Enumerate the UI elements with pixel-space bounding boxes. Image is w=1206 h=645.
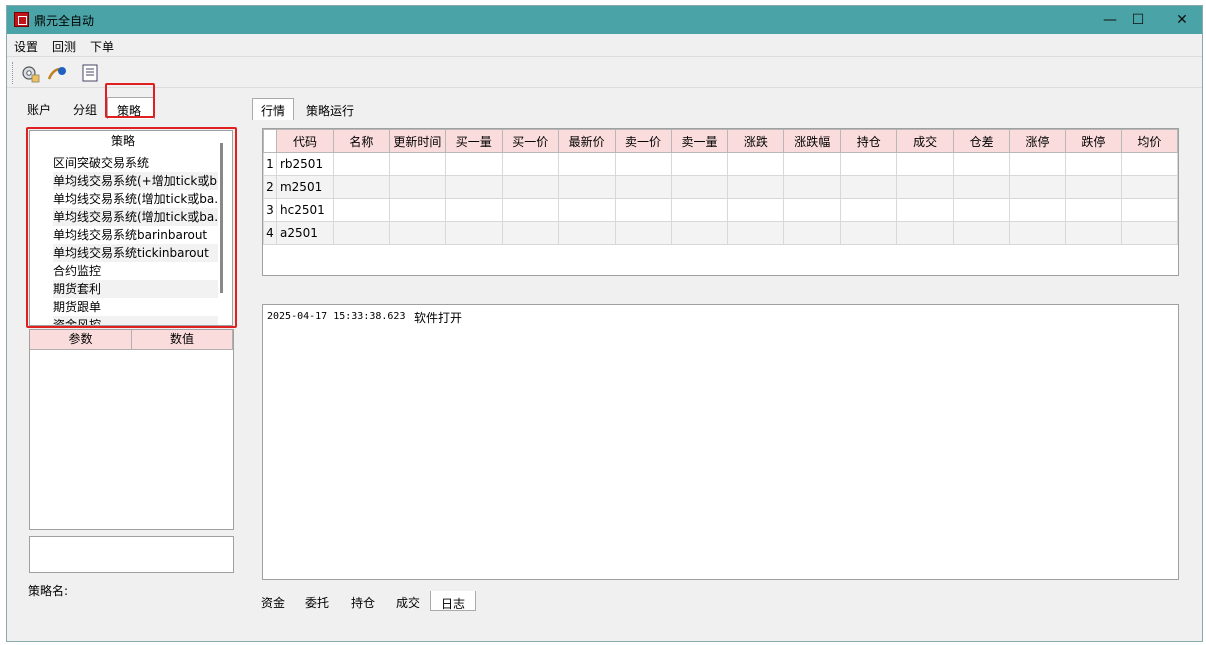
code-cell[interactable]: hc2501 (275, 198, 334, 222)
menu-order[interactable]: 下单 (90, 38, 114, 55)
column-header[interactable]: 持仓 (840, 129, 898, 153)
market-grid: 代码 名称 更新时间 买一量 买一价 最新价 卖一价 卖一量 涨跌 涨跌幅 持仓… (263, 129, 1178, 245)
menu-settings[interactable]: 设置 (14, 38, 38, 55)
highlight-strategy-list (26, 127, 237, 328)
column-header[interactable]: 均价 (1120, 129, 1178, 153)
menu-backtest[interactable]: 回测 (52, 38, 76, 55)
column-header[interactable]: 买一量 (444, 129, 503, 153)
toolbar (7, 56, 1202, 88)
title-bar[interactable]: 鼎元全自动 — ☐ ✕ (7, 6, 1202, 34)
tab-funds[interactable]: 资金 (261, 594, 285, 611)
table-row[interactable]: 3 hc2501 (263, 198, 1178, 222)
column-header[interactable]: 涨跌幅 (783, 129, 842, 153)
column-header[interactable]: 涨停 (1009, 129, 1066, 153)
connect-icon[interactable] (47, 63, 67, 83)
window-title: 鼎元全自动 (34, 14, 95, 28)
log-message: 软件打开 (414, 311, 463, 325)
log-timestamp: 2025-04-17 15:33:38.623 (267, 311, 406, 322)
app-logo-icon (14, 12, 29, 27)
code-cell[interactable]: m2501 (275, 175, 334, 199)
row-number: 3 (263, 198, 277, 222)
table-row[interactable]: 1 rb2501 (263, 152, 1178, 176)
strategy-name-label: 策略名: (28, 584, 69, 598)
tab-strategy-run[interactable]: 策略运行 (306, 102, 354, 119)
column-header[interactable]: 跌停 (1064, 129, 1122, 153)
tab-trade[interactable]: 成交 (396, 594, 420, 611)
column-header[interactable]: 买一价 (501, 129, 559, 153)
tab-account[interactable]: 账户 (27, 101, 51, 118)
maximize-button[interactable]: ☐ (1118, 6, 1158, 34)
param-col-header[interactable]: 参数 (30, 330, 132, 350)
tab-log[interactable]: 日志 (441, 595, 465, 612)
corner-cell (263, 129, 277, 153)
toolbar-grip (12, 62, 15, 84)
column-header[interactable]: 名称 (332, 129, 390, 153)
param-table: 参数 数值 (29, 329, 234, 530)
table-row[interactable]: 4 a2501 (263, 221, 1178, 245)
column-header[interactable]: 成交 (896, 129, 955, 153)
log-area[interactable]: 2025-04-17 15:33:38.623 软件打开 (262, 304, 1179, 580)
close-button[interactable]: ✕ (1162, 6, 1202, 34)
column-header[interactable]: 最新价 (557, 129, 616, 153)
menu-bar: 设置 回测 下单 (7, 35, 1202, 55)
code-cell[interactable]: rb2501 (275, 152, 334, 176)
column-header[interactable]: 代码 (275, 129, 334, 153)
gear-settings-icon[interactable] (20, 63, 40, 83)
code-cell[interactable]: a2501 (275, 221, 334, 245)
tab-position[interactable]: 持仓 (351, 594, 375, 611)
table-row[interactable]: 2 m2501 (263, 175, 1178, 199)
column-header[interactable]: 涨跌 (727, 129, 785, 153)
column-header[interactable]: 更新时间 (388, 129, 446, 153)
row-number: 4 (263, 221, 277, 245)
column-header[interactable]: 仓差 (953, 129, 1011, 153)
column-header[interactable]: 卖一量 (670, 129, 729, 153)
tab-entrust[interactable]: 委托 (305, 594, 329, 611)
highlight-strategy-tab (105, 83, 155, 118)
strategy-name-box[interactable] (29, 536, 234, 573)
app-window: 鼎元全自动 — ☐ ✕ 设置 回测 下单 账户 分组 策略 策略 区间突破交易系… (6, 5, 1203, 642)
tab-group[interactable]: 分组 (73, 101, 97, 118)
row-number: 2 (263, 175, 277, 199)
tab-market[interactable]: 行情 (261, 102, 285, 119)
document-icon[interactable] (80, 63, 100, 83)
row-number: 1 (263, 152, 277, 176)
market-table: 代码 名称 更新时间 买一量 买一价 最新价 卖一价 卖一量 涨跌 涨跌幅 持仓… (262, 128, 1179, 276)
column-header[interactable]: 卖一价 (614, 129, 672, 153)
value-col-header[interactable]: 数值 (132, 330, 233, 350)
